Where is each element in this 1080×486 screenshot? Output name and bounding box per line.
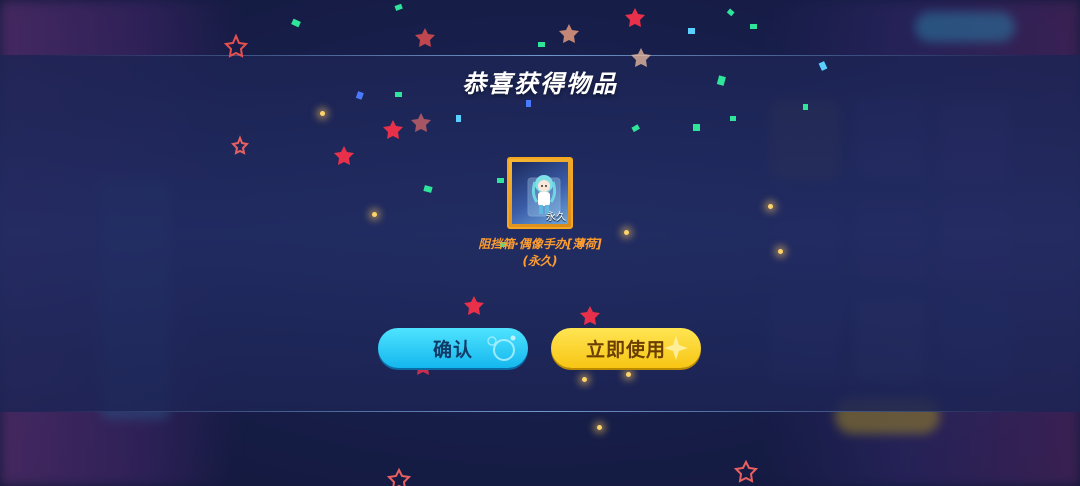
confetti-piece [693, 124, 700, 131]
star-piece [334, 146, 354, 165]
confetti-piece [803, 104, 808, 110]
reward-item-background: 永久 [512, 162, 568, 224]
confetti-piece [688, 28, 695, 34]
use-now-button[interactable]: 立即使用 [551, 328, 701, 368]
star-piece [464, 296, 484, 315]
star-piece [230, 135, 250, 155]
dialog-title: 恭喜获得物品 [462, 70, 618, 98]
confetti-piece [730, 116, 736, 121]
confetti-piece [538, 42, 545, 47]
sparkle [582, 377, 587, 382]
reward-item-card[interactable]: 永久 [507, 157, 573, 229]
bubble-decoration-icon [487, 335, 516, 361]
permanent-tag: 永久 [546, 212, 566, 223]
confirm-button[interactable]: 确认 [378, 328, 528, 368]
star-piece [580, 306, 600, 325]
reward-item-name: 阻挡箱·偶像手办[薄荷] (永久) [440, 236, 640, 270]
confetti-piece [291, 18, 301, 28]
sparkle [624, 230, 629, 235]
confetti-piece [631, 124, 640, 133]
confetti-piece [456, 115, 461, 122]
star-piece [383, 120, 403, 139]
star-piece [223, 33, 249, 58]
confetti-piece [526, 100, 531, 107]
sparkle [768, 204, 773, 209]
confetti-piece [497, 178, 504, 183]
use-now-button-label: 立即使用 [585, 338, 666, 361]
confetti-piece [394, 3, 403, 11]
sparkle [597, 425, 602, 430]
confetti-piece [750, 24, 757, 29]
sparkle [372, 212, 377, 217]
confetti-piece [726, 8, 735, 17]
confetti-piece [423, 185, 433, 193]
sparkle [626, 372, 631, 377]
star-piece [625, 8, 645, 27]
reward-item-name-line1: 阻挡箱·偶像手办[薄荷] [478, 237, 602, 251]
sparkle [320, 111, 325, 116]
reward-item-name-line2: (永久) [522, 254, 558, 268]
sparkle-decoration-icon [664, 336, 688, 360]
star-piece [386, 467, 412, 486]
star-piece [411, 113, 431, 132]
confirm-button-label: 确认 [432, 338, 473, 361]
star-piece [733, 459, 759, 483]
sparkle [778, 249, 783, 254]
star-piece [559, 24, 579, 43]
star-piece [415, 28, 435, 47]
